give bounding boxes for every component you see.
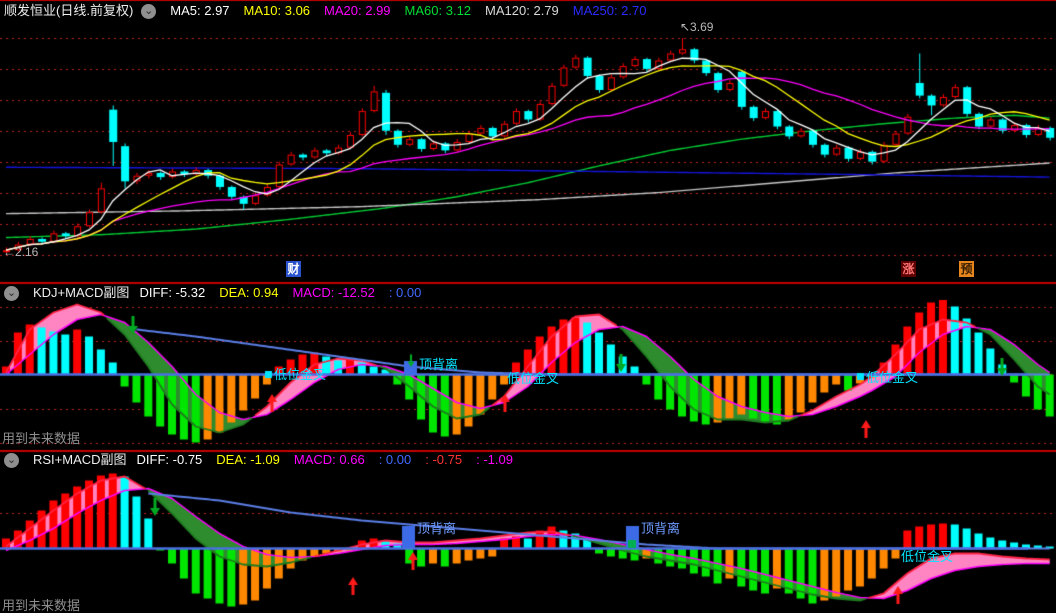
sub2-values: DIFF: -0.75 DEA: -1.09 MACD: 0.66 : 0.00 : -…	[137, 452, 527, 468]
header-value: : 0.00	[378, 452, 412, 467]
signal-annotation: 低位金叉	[866, 370, 919, 385]
header-value: MACD: -12.52	[292, 285, 375, 300]
header-value: DEA: 0.94	[219, 285, 279, 300]
stock-app-window: 顺发恒业(日线.前复权) ⌄ MA5: 2.97 MA10: 3.06 MA20: …	[0, 0, 1056, 613]
chevron-down-icon[interactable]: ⌄	[4, 285, 19, 301]
peak-price-label: ↖3.69	[680, 20, 714, 34]
stock-title: 顺发恒业(日线.前复权)	[4, 3, 134, 18]
signal-annotation: 低位金叉	[901, 549, 954, 564]
header-value: MA5: 2.97	[170, 3, 230, 18]
header-value: : -1.09	[476, 452, 513, 467]
sub1-values: DIFF: -5.32 DEA: 0.94 MACD: -12.52 : 0.00	[139, 285, 435, 301]
sub1-indicator-name: KDJ+MACD副图	[33, 285, 130, 300]
future-data-note: 用到未来数据	[2, 431, 81, 446]
header-value: MA120: 2.79	[485, 3, 559, 18]
signal-annotation: 低位金叉	[274, 367, 327, 382]
ma-value-labels: MA5: 2.97 MA10: 3.06 MA20: 2.99 MA60: 3.12 M…	[170, 3, 660, 19]
event-marker[interactable]: 涨	[901, 261, 916, 277]
header-value: MA10: 3.06	[243, 3, 311, 18]
chevron-down-icon[interactable]: ⌄	[141, 3, 157, 19]
header-value: DIFF: -0.75	[136, 452, 203, 467]
signal-annotation: 顶背离	[417, 521, 457, 536]
chevron-down-icon[interactable]: ⌄	[4, 452, 19, 468]
sub1-header: ⌄ KDJ+MACD副图 DIFF: -5.32 DEA: 0.94 MACD: -…	[4, 285, 435, 301]
signal-annotation: 低位金叉	[507, 371, 560, 386]
main-chart-header: 顺发恒业(日线.前复权) ⌄ MA5: 2.97 MA10: 3.06 MA20: …	[4, 3, 660, 19]
future-data-note: 用到未来数据	[2, 598, 81, 613]
sub2-indicator-name: RSI+MACD副图	[33, 452, 127, 467]
event-marker[interactable]: 财	[286, 261, 301, 277]
chart-canvas	[0, 0, 1056, 613]
header-value: MA20: 2.99	[324, 3, 391, 18]
header-value: DEA: -1.09	[216, 452, 280, 467]
signal-annotation: 顶背离	[419, 357, 459, 372]
signal-annotation: 顶背离	[641, 521, 681, 536]
header-value: MA60: 3.12	[404, 3, 472, 18]
header-value: MA250: 2.70	[572, 3, 647, 18]
event-marker[interactable]: 预	[959, 261, 974, 277]
header-value: MACD: 0.66	[293, 452, 365, 467]
min-price-label: ←2.16	[3, 245, 39, 259]
sub2-header: ⌄ RSI+MACD副图 DIFF: -0.75 DEA: -1.09 MACD: …	[4, 452, 527, 468]
header-value: : 0.00	[388, 285, 422, 300]
header-value: DIFF: -5.32	[139, 285, 206, 300]
header-value: : -0.75	[425, 452, 463, 467]
